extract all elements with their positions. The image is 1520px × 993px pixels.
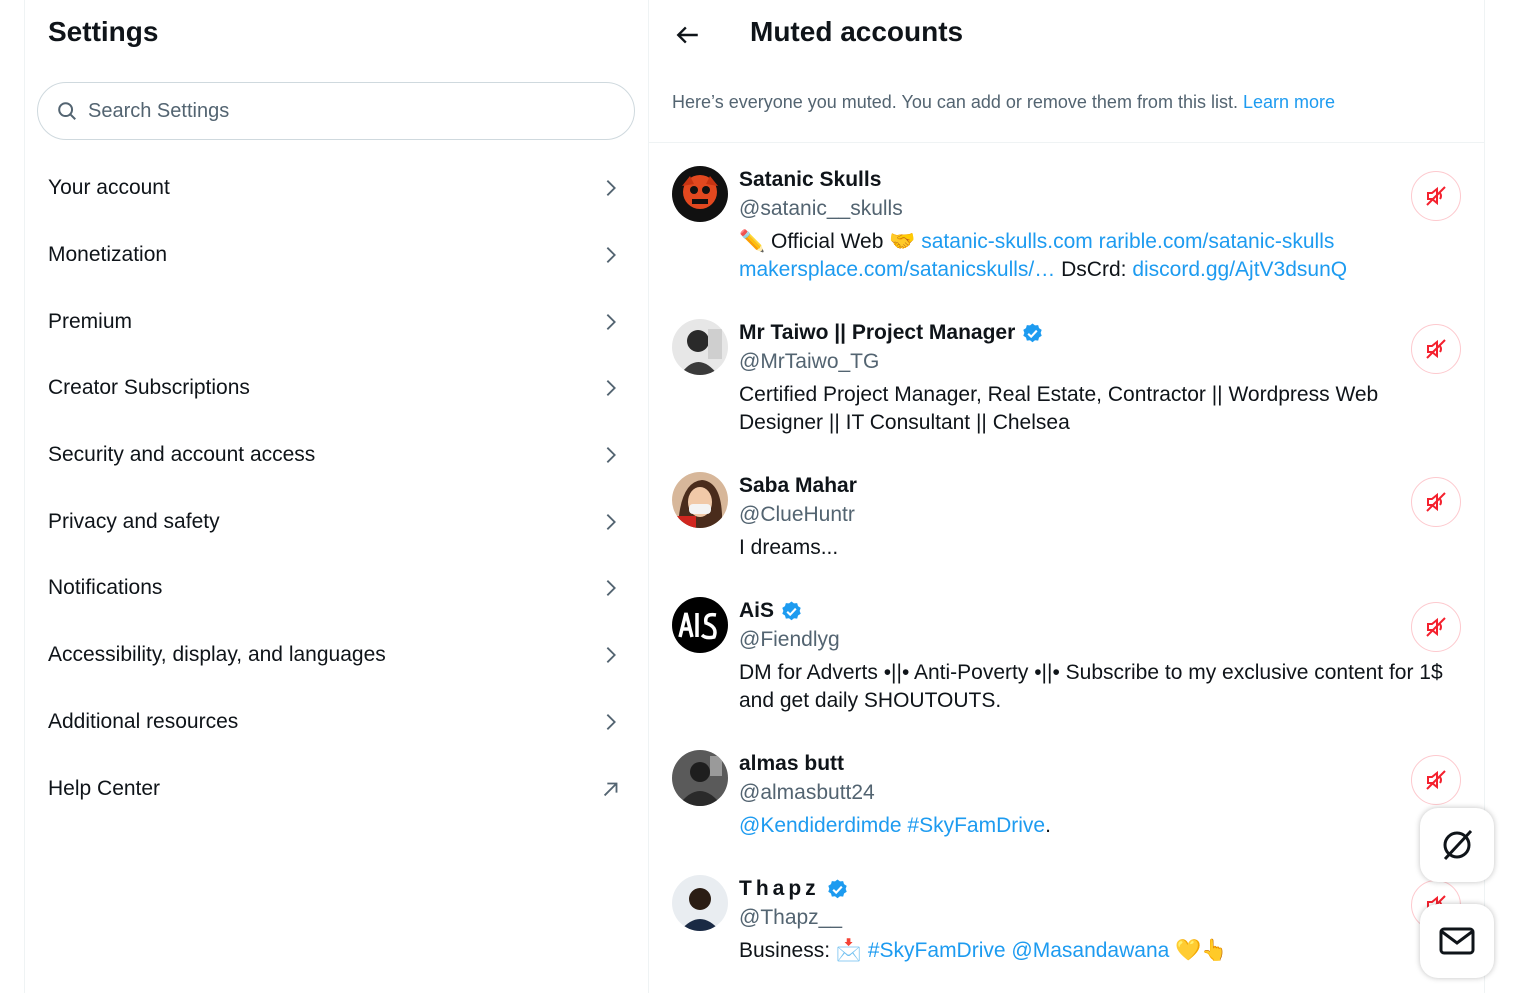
muted-speaker-icon — [1426, 339, 1446, 359]
settings-item-label: Premium — [48, 309, 133, 333]
account-details: Saba Mahar @ClueHuntr I dreams... — [739, 472, 1399, 562]
page-title: Muted accounts — [750, 16, 964, 47]
settings-item-label: Privacy and safety — [48, 509, 220, 533]
settings-item-security[interactable]: Security and account access — [25, 422, 648, 489]
account-bio: @Kendiderdimde #SkyFamDrive. — [739, 814, 1051, 837]
avatar[interactable] — [672, 597, 728, 653]
account-name[interactable]: AiS — [739, 597, 1399, 625]
settings-menu: Your account Monetization Premium Creato… — [25, 155, 648, 822]
account-bio: DM for Adverts •||• Anti-Poverty •||• Su… — [739, 661, 1443, 712]
search-icon — [58, 102, 76, 120]
messages-button[interactable] — [1420, 904, 1494, 978]
chevron-right-icon — [606, 580, 616, 597]
account-handle[interactable]: @ClueHuntr — [739, 500, 1399, 530]
learn-more-link[interactable]: Learn more — [1243, 92, 1335, 112]
account-details: Satanic Skulls @satanic__skulls ✏️ Offic… — [739, 166, 1399, 284]
grok-icon — [1443, 829, 1473, 861]
external-link-icon — [603, 782, 618, 796]
search-settings-box[interactable] — [37, 82, 635, 140]
muted-accounts-panel: Muted accounts Here’s everyone you muted… — [649, 0, 1484, 993]
settings-item-label: Monetization — [48, 243, 168, 267]
bio-link[interactable]: #SkyFamDrive @Masandawana — [868, 939, 1169, 962]
settings-title: Settings — [48, 16, 159, 47]
account-name[interactable]: Mr Taiwo || Project Manager — [739, 319, 1399, 347]
account-details: Thapz @Thapz__ Business: 📩 #SkyFamDrive … — [739, 875, 1399, 965]
account-bio: I dreams... — [739, 536, 839, 559]
chevron-right-icon — [606, 380, 616, 397]
account-details: AiS @Fiendlyg DM for Adverts •||• Anti-P… — [739, 597, 1443, 715]
messages-icon — [1439, 927, 1475, 955]
chevron-right-icon — [606, 447, 616, 464]
chevron-right-icon — [606, 647, 616, 664]
account-handle[interactable]: @satanic__skulls — [739, 194, 1399, 224]
muted-speaker-icon — [1426, 186, 1446, 206]
account-handle[interactable]: @Thapz__ — [739, 903, 1399, 933]
settings-item-label: Creator Subscriptions — [48, 376, 250, 400]
settings-item-help-center[interactable]: Help Center — [25, 755, 648, 822]
account-handle[interactable]: @Fiendlyg — [739, 625, 1399, 655]
back-button[interactable] — [671, 18, 705, 52]
chevron-right-icon — [606, 313, 616, 330]
settings-item-accessibility[interactable]: Accessibility, display, and languages — [25, 622, 648, 689]
muted-intro: Here’s everyone you muted. You can add o… — [672, 92, 1335, 113]
verified-badge-icon — [782, 600, 801, 620]
settings-item-additional-resources[interactable]: Additional resources — [25, 689, 648, 756]
unmute-button[interactable] — [1411, 324, 1461, 374]
account-details: almas butt @almasbutt24 @Kendiderdimde #… — [739, 750, 1399, 840]
chevron-right-icon — [606, 247, 616, 264]
unmute-button[interactable] — [1411, 602, 1461, 652]
account-handle[interactable]: @MrTaiwo_TG — [739, 347, 1399, 377]
account-handle[interactable]: @almasbutt24 — [739, 778, 1399, 808]
arrow-left-icon — [676, 26, 698, 44]
settings-item-premium[interactable]: Premium — [25, 288, 648, 355]
bio-link[interactable]: @Kendiderdimde #SkyFamDrive — [739, 814, 1045, 837]
settings-item-label: Security and account access — [48, 443, 316, 467]
search-settings-input[interactable] — [86, 98, 634, 124]
settings-panel: Settings Your account Monetization Premi… — [25, 0, 648, 993]
settings-item-monetization[interactable]: Monetization — [25, 222, 648, 289]
muted-speaker-icon — [1426, 770, 1446, 790]
verified-badge-icon — [1023, 322, 1042, 342]
avatar[interactable] — [672, 319, 728, 375]
chevron-right-icon — [606, 713, 616, 730]
settings-item-label: Your account — [48, 176, 170, 200]
account-name[interactable]: Thapz — [739, 875, 1399, 903]
account-bio: Business: 📩 #SkyFamDrive @Masandawana 💛👆 — [739, 939, 1228, 962]
settings-item-label: Notifications — [48, 576, 163, 600]
verified-badge-icon — [827, 878, 847, 898]
unmute-button[interactable] — [1411, 755, 1461, 805]
avatar[interactable] — [672, 166, 728, 222]
account-bio: ✏️ Official Web 🤝 satanic-skulls.com rar… — [739, 230, 1348, 281]
settings-item-privacy[interactable]: Privacy and safety — [25, 488, 648, 555]
muted-speaker-icon — [1426, 492, 1446, 512]
unmute-button[interactable] — [1411, 477, 1461, 527]
settings-item-label: Additional resources — [48, 709, 239, 733]
unmute-button[interactable] — [1411, 171, 1461, 221]
settings-item-your-account[interactable]: Your account — [25, 155, 648, 222]
bio-link[interactable]: discord.gg/AjtV3dsunQ — [1132, 258, 1347, 281]
avatar[interactable] — [672, 875, 728, 931]
avatar[interactable] — [672, 472, 728, 528]
settings-item-notifications[interactable]: Notifications — [25, 555, 648, 622]
grok-button[interactable] — [1420, 808, 1494, 882]
settings-item-creator-subscriptions[interactable]: Creator Subscriptions — [25, 355, 648, 422]
settings-item-label: Accessibility, display, and languages — [48, 643, 386, 667]
settings-item-label: Help Center — [48, 776, 161, 800]
account-name[interactable]: Saba Mahar — [739, 472, 1399, 500]
account-bio: Certified Project Manager, Real Estate, … — [739, 383, 1379, 434]
muted-speaker-icon — [1426, 617, 1446, 637]
chevron-right-icon — [606, 513, 616, 530]
account-name[interactable]: almas butt — [739, 750, 1399, 778]
account-name[interactable]: Satanic Skulls — [739, 166, 1399, 194]
avatar[interactable] — [672, 750, 728, 806]
account-details: Mr Taiwo || Project Manager @MrTaiwo_TG … — [739, 319, 1399, 437]
chevron-right-icon — [606, 180, 616, 197]
header-divider — [649, 142, 1484, 143]
intro-text: Here’s everyone you muted. You can add o… — [672, 92, 1238, 112]
